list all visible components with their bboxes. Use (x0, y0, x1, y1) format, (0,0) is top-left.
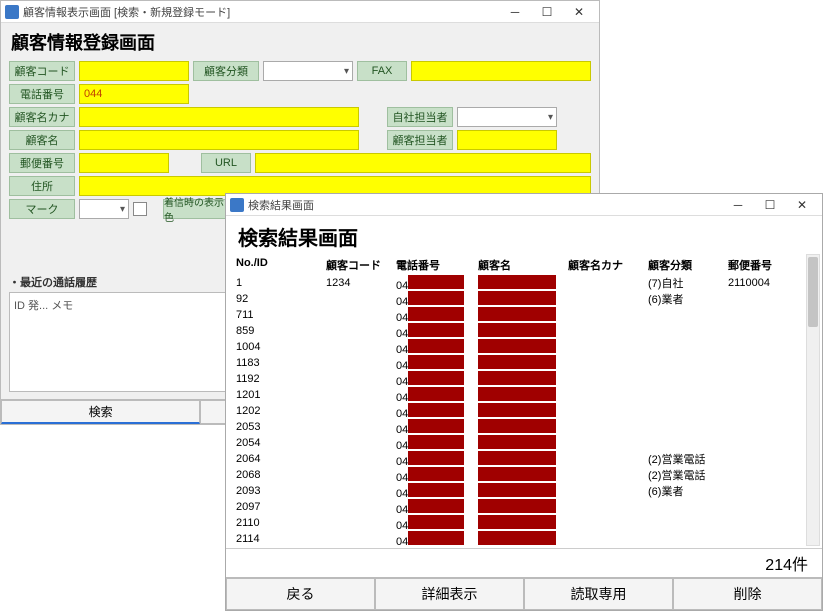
table-row[interactable]: 120104 (236, 387, 812, 403)
label-customer-code: 顧客コード (9, 61, 75, 81)
label-fax: FAX (357, 61, 407, 81)
input-name[interactable] (79, 130, 359, 150)
label-name: 顧客名 (9, 130, 75, 150)
minimize-button[interactable]: ─ (499, 2, 531, 22)
table-row[interactable]: 118304 (236, 355, 812, 371)
table-row[interactable]: 120204 (236, 403, 812, 419)
table-row[interactable]: 209304(6)業者 (236, 483, 812, 499)
checkbox-mark[interactable] (133, 202, 147, 216)
grid-body: 1123404(7)自社21100049204(6)業者711048590410… (236, 275, 812, 548)
input-zip[interactable] (79, 153, 169, 173)
input-kana[interactable] (79, 107, 359, 127)
table-row[interactable]: 209704 (236, 499, 812, 515)
label-mark: マーク (9, 199, 75, 219)
minimize-button[interactable]: ─ (722, 195, 754, 215)
window-title: 検索結果画面 (248, 197, 314, 213)
table-row[interactable]: 206804(2)営業電話 (236, 467, 812, 483)
window-title: 顧客情報表示画面 [検索・新規登録モード] (23, 4, 230, 20)
table-row[interactable]: 85904 (236, 323, 812, 339)
table-row[interactable]: 119204 (236, 371, 812, 387)
table-row[interactable]: 211004 (236, 515, 812, 531)
history-columns: ID 発... メモ (14, 300, 73, 312)
table-row[interactable]: 9204(6)業者 (236, 291, 812, 307)
result-count: 214件 (226, 548, 822, 577)
maximize-button[interactable]: ☐ (531, 2, 563, 22)
page-title: 顧客情報登録画面 (11, 29, 591, 55)
label-zip: 郵便番号 (9, 153, 75, 173)
readonly-button[interactable]: 読取専用 (524, 578, 673, 610)
tab-search[interactable]: 検索 (1, 400, 200, 424)
dropdown-mark[interactable] (79, 199, 129, 219)
back-button[interactable]: 戻る (226, 578, 375, 610)
detail-button[interactable]: 詳細表示 (375, 578, 524, 610)
col-tel: 電話番号 (396, 257, 478, 273)
table-row[interactable]: 205404 (236, 435, 812, 451)
app-icon (230, 198, 244, 212)
label-incoming-color: 着信時の表示色 (163, 199, 233, 219)
label-addr: 住所 (9, 176, 75, 196)
maximize-button[interactable]: ☐ (754, 195, 786, 215)
delete-button[interactable]: 削除 (673, 578, 822, 610)
grid-header: No./ID 顧客コード 電話番号 顧客名 顧客名カナ 顧客分類 郵便番号 (236, 257, 812, 273)
app-icon (5, 5, 19, 19)
table-row[interactable]: 205304 (236, 419, 812, 435)
close-button[interactable]: ✕ (563, 2, 595, 22)
table-row[interactable]: 211404 (236, 531, 812, 547)
col-name: 顧客名 (478, 257, 568, 273)
col-zip: 郵便番号 (728, 257, 798, 273)
window-controls: ─ ☐ ✕ (499, 2, 595, 22)
input-url[interactable] (255, 153, 591, 173)
scrollbar-vertical[interactable] (806, 254, 820, 546)
input-fax[interactable] (411, 61, 591, 81)
label-tel: 電話番号 (9, 84, 75, 104)
table-row[interactable]: 1123404(7)自社2110004 (236, 275, 812, 291)
titlebar: 顧客情報表示画面 [検索・新規登録モード] ─ ☐ ✕ (1, 1, 599, 23)
col-kana: 顧客名カナ (568, 257, 648, 273)
label-url: URL (201, 153, 251, 173)
table-row[interactable]: 71104 (236, 307, 812, 323)
close-button[interactable]: ✕ (786, 195, 818, 215)
titlebar: 検索結果画面 ─ ☐ ✕ (226, 194, 822, 216)
dropdown-own-rep[interactable] (457, 107, 557, 127)
col-cat: 顧客分類 (648, 257, 728, 273)
scrollbar-thumb[interactable] (808, 257, 818, 327)
label-own-rep: 自社担当者 (387, 107, 453, 127)
input-cust-rep[interactable] (457, 130, 557, 150)
label-kana: 顧客名カナ (9, 107, 75, 127)
button-bar: 戻る 詳細表示 読取専用 削除 (226, 577, 822, 610)
table-row[interactable]: 206404(2)営業電話 (236, 451, 812, 467)
input-tel[interactable]: 044 (79, 84, 189, 104)
window-controls: ─ ☐ ✕ (722, 195, 818, 215)
search-result-window: 検索結果画面 ─ ☐ ✕ 検索結果画面 No./ID 顧客コード 電話番号 顧客… (225, 193, 823, 611)
page-title: 検索結果画面 (238, 222, 812, 251)
col-code: 顧客コード (326, 257, 396, 273)
table-row[interactable]: 100404 (236, 339, 812, 355)
col-no: No./ID (236, 257, 326, 273)
label-cust-rep: 顧客担当者 (387, 130, 453, 150)
dropdown-customer-cat[interactable] (263, 61, 353, 81)
input-customer-code[interactable] (79, 61, 189, 81)
label-customer-cat: 顧客分類 (193, 61, 259, 81)
